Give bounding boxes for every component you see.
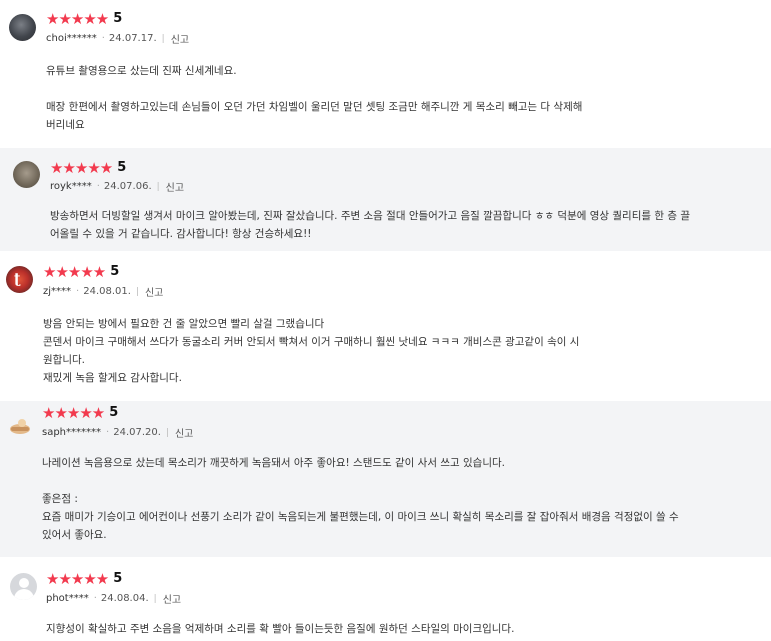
default-avatar-icon	[19, 578, 29, 588]
review-line: 지향성이 확실하고 주변 소음을 억제하며 소리를 확 빨아 들이는듯한 음질에…	[46, 623, 515, 635]
reviewer-name: phot****	[46, 593, 89, 604]
rating: ★★★★★ 5	[46, 571, 122, 587]
meta-dot: ·	[106, 427, 110, 438]
review-item: ★★★★★ 5 saph******* · 24.07.20. | 신고 나레이…	[0, 401, 771, 557]
star-rating-icon: ★★★★★	[46, 10, 109, 28]
avatar[interactable]	[7, 411, 34, 438]
review-date: 24.08.01.	[83, 286, 131, 297]
meta-dot: ·	[93, 593, 97, 604]
review-line: 방송하면서 더빙할일 생겨서 마이크 알아봤는데, 진짜 잘샀습니다. 주변 소…	[50, 210, 691, 222]
rating-score: 5	[117, 160, 127, 175]
review-meta: choi****** · 24.07.17. | 신고	[46, 31, 189, 46]
avatar-glyph-icon: ʈ	[14, 271, 21, 287]
rating: ★★★★★ 5	[50, 160, 126, 176]
meta-divider: |	[135, 286, 139, 297]
review-date: 24.07.06.	[103, 181, 152, 192]
review-line: 좋은점 :	[42, 493, 78, 505]
avatar-image-icon	[10, 419, 30, 434]
review-meta: saph******* · 24.07.20. | 신고	[42, 425, 193, 440]
review-text: 방송하면서 더빙할일 생겨서 마이크 알아봤는데, 진짜 잘샀습니다. 주변 소…	[50, 207, 690, 243]
review-date: 24.07.20.	[113, 427, 161, 438]
review-text: 방음 안되는 방에서 필요한 건 줄 알았으면 빨리 살걸 그랬습니다 콘덴서 …	[43, 315, 579, 387]
report-link[interactable]: 신고	[171, 31, 189, 46]
default-avatar-body	[14, 589, 34, 600]
star-rating-icon: ★★★★★	[42, 404, 105, 422]
review-line: 나레이션 녹음용으로 샀는데 목소리가 깨끗하게 녹음돼서 아주 좋아요! 스탠…	[42, 457, 505, 469]
review-line: 버리네요	[46, 119, 85, 131]
reviewer-name: saph*******	[42, 427, 102, 438]
review-meta: zj**** · 24.08.01. | 신고	[43, 284, 163, 299]
star-rating-icon: ★★★★★	[43, 263, 106, 281]
reviewer-name: choi******	[46, 33, 97, 44]
review-item: ʈ ★★★★★ 5 zj**** · 24.08.01. | 신고 방음 안되는…	[0, 251, 771, 401]
review-line	[42, 472, 679, 490]
report-link[interactable]: 신고	[145, 284, 163, 299]
rating-score: 5	[109, 405, 119, 420]
review-text: 지향성이 확실하고 주변 소음을 억제하며 소리를 확 빨아 들이는듯한 음질에…	[46, 620, 514, 638]
rating-score: 5	[113, 11, 123, 26]
reviewer-name: royk****	[50, 181, 92, 192]
review-line	[46, 80, 582, 98]
review-meta: phot**** · 24.08.04. | 신고	[46, 591, 181, 606]
review-text: 유튜브 촬영용으로 샀는데 진짜 신세계네요. 매장 한편에서 촬영하고있는데 …	[46, 62, 582, 134]
review-date: 24.07.17.	[108, 33, 157, 44]
avatar[interactable]: ʈ	[6, 266, 33, 293]
meta-dot: ·	[96, 181, 100, 192]
rating: ★★★★★ 5	[46, 11, 122, 27]
report-link[interactable]: 신고	[166, 179, 184, 194]
review-line: 방음 안되는 방에서 필요한 건 줄 알았으면 빨리 살걸 그랬습니다	[43, 318, 325, 330]
review-line: 콘덴서 마이크 구매해서 쓰다가 동굴소리 커버 안되서 빡쳐서 이거 구매하니…	[43, 336, 580, 348]
avatar[interactable]	[13, 161, 40, 188]
review-line: 매장 한편에서 촬영하고있는데 손님들이 오던 가던 차임벨이 울리던 말던 셋…	[46, 101, 583, 113]
review-item: ★★★★★ 5 royk**** · 24.07.06. | 신고 방송하면서 …	[0, 148, 771, 251]
meta-divider: |	[161, 33, 165, 44]
rating-score: 5	[113, 571, 123, 586]
meta-divider: |	[156, 181, 160, 192]
review-line: 요즘 매미가 기승이고 에어컨이나 선풍기 소리가 같이 녹음되는게 불편했는데…	[42, 511, 679, 523]
review-item: ★★★★★ 5 choi****** · 24.07.17. | 신고 유튜브 …	[0, 0, 771, 148]
report-link[interactable]: 신고	[175, 425, 193, 440]
star-rating-icon: ★★★★★	[50, 159, 113, 177]
review-line: 유튜브 촬영용으로 샀는데 진짜 신세계네요.	[46, 65, 237, 77]
meta-dot: ·	[101, 33, 105, 44]
star-rating-icon: ★★★★★	[46, 570, 109, 588]
review-item: ★★★★★ 5 phot**** · 24.08.04. | 신고 지향성이 확…	[0, 557, 771, 641]
review-date: 24.08.04.	[100, 593, 149, 604]
meta-divider: |	[165, 427, 169, 438]
avatar[interactable]	[10, 573, 37, 600]
review-text: 나레이션 녹음용으로 샀는데 목소리가 깨끗하게 녹음돼서 아주 좋아요! 스탠…	[42, 454, 679, 544]
review-line: 어올릴 수 있을 거 같습니다. 감사합니다! 항상 건승하세요!!	[50, 228, 312, 240]
meta-dot: ·	[76, 286, 80, 297]
meta-divider: |	[153, 593, 157, 604]
review-line: 있어서 좋아요.	[42, 529, 107, 541]
report-link[interactable]: 신고	[163, 591, 181, 606]
review-line: 재밌게 녹음 할게요 감사합니다.	[43, 372, 182, 384]
avatar[interactable]	[9, 14, 36, 41]
rating: ★★★★★ 5	[42, 405, 118, 421]
review-line: 원합니다.	[43, 354, 85, 366]
rating-score: 5	[110, 264, 120, 279]
review-meta: royk**** · 24.07.06. | 신고	[50, 179, 184, 194]
rating: ★★★★★ 5	[43, 264, 119, 280]
reviewer-name: zj****	[43, 286, 72, 297]
